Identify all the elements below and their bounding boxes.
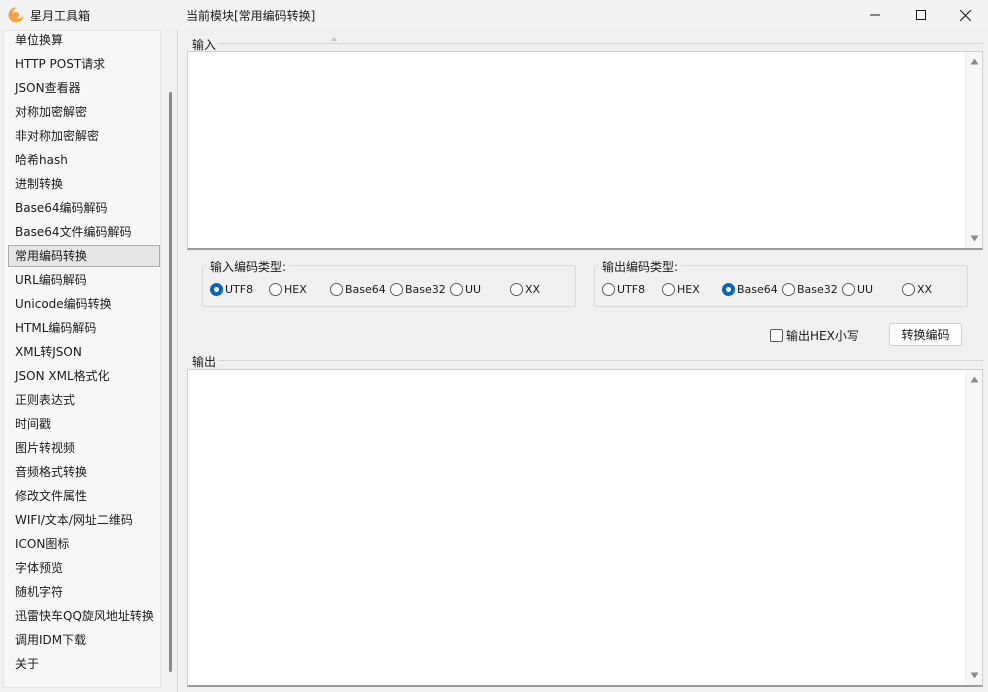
radio-button[interactable] [902, 282, 915, 296]
radio-button[interactable] [210, 282, 223, 296]
output-encoding-radio-base64[interactable]: Base64 [722, 281, 778, 297]
radio-label: HEX [284, 282, 307, 296]
sidebar-item[interactable]: 调用IDM下载 [8, 629, 160, 651]
sidebar-item[interactable]: JSON XML格式化 [8, 365, 160, 387]
output-scrollbar[interactable] [965, 370, 982, 685]
title-bar: 星月工具箱 当前模块[常用编码转换] [0, 0, 988, 30]
sidebar-item[interactable]: HTTP POST请求 [8, 53, 160, 75]
sidebar-item[interactable]: Unicode编码转换 [8, 293, 160, 315]
sidebar-item[interactable]: 关于 [8, 653, 160, 675]
module-title: 当前模块[常用编码转换] [186, 9, 316, 23]
sidebar-item[interactable]: 常用编码转换 [8, 245, 160, 267]
sidebar-item[interactable]: 对称加密解密 [8, 101, 160, 123]
sidebar-item[interactable]: WIFI/文本/网址二维码 [8, 509, 160, 531]
sidebar: 单位换算 HTTP POST请求 JSON查看器 对称加密解密 非对称加密解密 哈希has… [0, 30, 337, 692]
hex-lowercase-label: 输出HEX小写 [786, 328, 859, 343]
radio-button[interactable] [842, 282, 855, 296]
app-logo-icon [8, 7, 24, 23]
radio-label: XX [525, 282, 541, 296]
sidebar-item[interactable]: Base64文件编码解码 [8, 221, 160, 243]
sidebar-item[interactable]: 进制转换 [8, 173, 160, 195]
input-group-line [215, 43, 983, 44]
app-title: 星月工具箱 [30, 9, 91, 23]
radio-button[interactable] [450, 282, 463, 296]
output-encoding-radio-hex[interactable]: HEX [662, 281, 700, 297]
radio-label: UTF8 [225, 282, 254, 296]
radio-label: HEX [677, 282, 700, 296]
sidebar-item[interactable]: 修改文件属性 [8, 485, 160, 507]
sidebar-item[interactable]: 字体预览 [8, 557, 160, 579]
input-textarea[interactable] [187, 51, 983, 250]
radio-label: UTF8 [617, 282, 646, 296]
maximize-icon [916, 10, 926, 20]
sidebar-item[interactable]: 正则表达式 [8, 389, 160, 411]
module-list[interactable]: 单位换算 HTTP POST请求 JSON查看器 对称加密解密 非对称加密解密 哈希has… [3, 30, 161, 688]
input-encoding-radio-hex[interactable]: HEX [269, 281, 307, 297]
radio-button[interactable] [330, 282, 343, 296]
scroll-up-icon[interactable] [330, 36, 338, 42]
scroll-down-icon[interactable] [970, 235, 979, 242]
output-encoding-legend: 输出编码类型: [599, 258, 682, 275]
close-icon [959, 9, 971, 21]
hex-lowercase-checkbox[interactable]: 输出HEX小写 [770, 327, 859, 343]
radio-button[interactable] [602, 282, 615, 296]
radio-button[interactable] [269, 282, 282, 296]
sidebar-item[interactable]: 非对称加密解密 [8, 125, 160, 147]
radio-label: Base32 [405, 282, 446, 296]
sidebar-item[interactable]: JSON查看器 [8, 77, 160, 99]
input-scrollbar[interactable] [965, 52, 982, 248]
input-encoding-radio-base64[interactable]: Base64 [330, 281, 386, 297]
sidebar-scroll-thumb[interactable] [169, 92, 172, 672]
radio-label: UU [857, 282, 874, 296]
radio-button[interactable] [390, 282, 403, 296]
output-encoding-radio-utf8[interactable]: UTF8 [602, 281, 645, 297]
radio-label: Base32 [797, 282, 838, 296]
scroll-up-icon[interactable] [970, 58, 979, 65]
sidebar-item[interactable]: 图片转视频 [8, 437, 160, 459]
input-encoding-radio-utf8[interactable]: UTF8 [210, 281, 253, 297]
sidebar-item[interactable]: 哈希hash [8, 149, 160, 171]
output-encoding-radio-base32[interactable]: Base32 [782, 281, 838, 297]
radio-label: Base64 [345, 282, 386, 296]
close-button[interactable] [942, 0, 988, 30]
sidebar-item[interactable]: 时间戳 [8, 413, 160, 435]
minimize-button[interactable] [852, 0, 898, 30]
sidebar-item[interactable]: ICON图标 [8, 533, 160, 555]
input-encoding-legend: 输入编码类型: [207, 258, 290, 275]
scroll-up-icon[interactable] [970, 376, 979, 383]
sidebar-item[interactable]: HTML编码解码 [8, 317, 160, 339]
radio-button[interactable] [722, 282, 735, 296]
sidebar-item[interactable]: 随机字符 [8, 581, 160, 603]
input-encoding-radio-base32[interactable]: Base32 [390, 281, 446, 297]
minimize-icon [870, 14, 880, 16]
output-encoding-radio-xx[interactable]: XX [902, 281, 932, 297]
output-label: 输出 [190, 353, 219, 370]
input-encoding-radio-uu[interactable]: UU [450, 281, 481, 297]
sidebar-item[interactable]: 迅雷快车QQ旋风地址转换 [8, 605, 160, 627]
radio-button[interactable] [510, 282, 523, 296]
radio-label: Base64 [737, 282, 778, 296]
sidebar-item[interactable]: URL编码解码 [8, 269, 160, 291]
radio-button[interactable] [662, 282, 675, 296]
checkbox-box[interactable] [770, 328, 783, 342]
sidebar-item[interactable]: 单位换算 [8, 31, 160, 51]
scroll-down-icon[interactable] [970, 672, 979, 679]
maximize-button[interactable] [898, 0, 944, 30]
input-encoding-radio-xx[interactable]: XX [510, 281, 540, 297]
radio-button[interactable] [782, 282, 795, 296]
output-textarea[interactable] [187, 369, 983, 687]
output-group-line [215, 360, 983, 361]
output-encoding-radio-uu[interactable]: UU [842, 281, 873, 297]
convert-button[interactable]: 转换编码 [889, 323, 962, 346]
sidebar-item[interactable]: Base64编码解码 [8, 197, 160, 219]
sidebar-item[interactable]: XML转JSON [8, 341, 160, 363]
radio-label: UU [465, 282, 482, 296]
radio-label: XX [917, 282, 933, 296]
sidebar-item[interactable]: 音频格式转换 [8, 461, 160, 483]
